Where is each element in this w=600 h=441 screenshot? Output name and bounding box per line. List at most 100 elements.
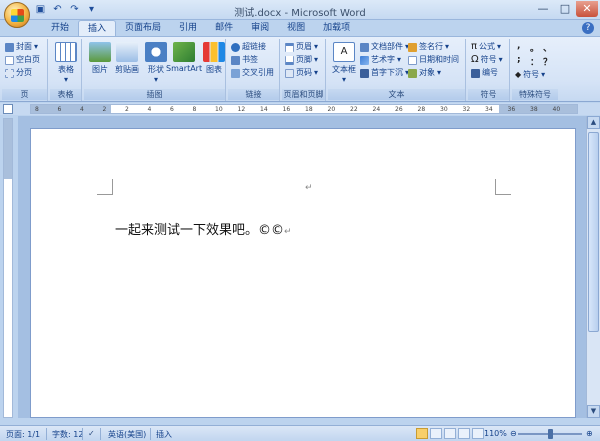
special-symbol-5[interactable]: ： [530,55,539,68]
more-symbols-button[interactable]: ◆ 符号 ▾ [515,69,545,81]
tab-view[interactable]: 视图 [278,20,314,36]
bookmark-button[interactable]: 书签 [231,54,258,66]
minimize-button[interactable]: — [532,1,554,17]
quick-parts-button[interactable]: 文档部件 ▾ [360,41,409,53]
special-symbol-3[interactable]: 、 [543,41,552,54]
chart-button[interactable]: 图表 [200,42,228,75]
vertical-ruler-margin [4,119,12,179]
wordart-icon [360,55,369,65]
ruler-number: 36 [507,106,516,113]
wordart-button[interactable]: 艺术字 ▾ [360,54,401,66]
web-layout-view-icon[interactable] [444,428,456,439]
scroll-up-icon[interactable]: ▲ [587,116,600,129]
table-icon [55,42,77,62]
dropcap-icon [360,68,369,78]
signature-line-icon [408,42,417,52]
tab-page-layout[interactable]: 页面布局 [116,20,170,36]
status-word-count[interactable]: 字数: 12 [52,429,83,440]
close-button[interactable]: ✕ [576,1,598,17]
tab-selector-icon[interactable] [3,104,13,114]
ruler-number: 18 [305,106,313,113]
page-break-button[interactable]: 分页 [5,67,32,79]
omega-icon: Ω [471,54,479,65]
tab-insert[interactable]: 插入 [78,20,117,36]
ruler-number: 30 [440,106,448,113]
header-button[interactable]: 页眉 ▾ [285,41,318,53]
scroll-down-icon[interactable]: ▼ [587,405,600,418]
textbox-icon: A [333,42,355,62]
cross-reference-button[interactable]: 交叉引用 [231,67,274,79]
ruler-number: 32 [462,106,471,113]
special-symbol-1[interactable]: , [517,41,520,51]
status-page[interactable]: 页面: 1/1 [6,429,40,440]
pi-icon: π [471,41,478,52]
ruler-number: 4 [147,106,152,113]
draft-view-icon[interactable] [472,428,484,439]
zoom-level[interactable]: 110% [484,429,507,438]
hyperlink-button[interactable]: 超链接 [231,41,266,53]
symbol-button[interactable]: Ω 符号 ▾ [471,54,503,66]
maximize-button[interactable]: □ [554,1,576,17]
zoom-slider-thumb[interactable] [548,429,553,439]
page-number-button[interactable]: 页码 ▾ [285,67,318,79]
special-symbol-2[interactable]: 。 [530,41,539,54]
window-title: 测试.docx - Microsoft Word [234,8,366,19]
document-body-text[interactable]: 一起来测试一下效果吧。©©↵ [115,219,292,238]
crop-mark-top-left [97,179,113,195]
object-button[interactable]: 对象 ▾ [408,67,441,79]
signature-line-button[interactable]: 签名行 ▾ [408,41,449,53]
group-links: 超链接 书签 交叉引用 链接 [228,39,280,101]
page-break-icon [5,68,14,78]
table-button[interactable]: 表格 ▾ [52,42,80,84]
header-icon [285,42,294,52]
clipart-button[interactable]: 剪贴画 [112,42,142,75]
tab-home[interactable]: 开始 [42,20,78,36]
horizontal-ruler[interactable]: 8 6 4 2 2 4 6 8 10 12 14 16 18 20 22 24 26 28 30 32 34 36 38 40 [30,104,578,114]
document-page[interactable]: ↵ 一起来测试一下效果吧。©©↵ [30,128,576,418]
equation-button[interactable]: π 公式 ▾ [471,41,501,53]
number-button[interactable]: 编号 [471,67,498,79]
tab-mailings[interactable]: 邮件 [206,20,242,36]
smartart-button[interactable]: SmartArt [166,42,202,73]
picture-button[interactable]: 图片 [86,42,114,75]
ruler-number: 34 [485,106,493,113]
status-divider [100,428,101,440]
footer-icon [285,55,294,65]
status-divider [82,428,83,440]
group-label-special-symbols: 特殊符号 [512,89,558,100]
proofing-icon[interactable]: ✓ [88,429,95,438]
zoom-out-icon[interactable]: ⊖ [510,429,517,438]
special-symbol-6[interactable]: ？ [543,55,552,68]
outline-view-icon[interactable] [458,428,470,439]
ruler-number: 24 [372,106,381,113]
ruler-number: 20 [327,106,336,113]
print-layout-view-icon[interactable] [416,428,428,439]
blank-page-button[interactable]: 空白页 [5,54,40,66]
vertical-ruler[interactable] [3,118,13,418]
scroll-thumb[interactable] [588,132,599,332]
shapes-icon [145,42,167,62]
tab-addins[interactable]: 加载项 [314,20,359,36]
status-bar: 页面: 1/1 字数: 12 ✓ 英语(美国) 插入 110% ⊖ ⊕ [0,425,600,441]
vertical-scrollbar[interactable]: ▲ ▼ [586,116,600,418]
office-logo-icon [11,9,24,22]
special-symbol-4[interactable]: ; [517,55,521,65]
status-insert-mode[interactable]: 插入 [156,429,172,440]
zoom-in-icon[interactable]: ⊕ [586,429,593,438]
date-time-button[interactable]: 日期和时间 [408,54,459,66]
status-language[interactable]: 英语(美国) [108,429,146,440]
dropcap-button[interactable]: 首字下沉 ▾ [360,67,409,79]
cross-reference-icon [231,68,240,78]
cover-page-button[interactable]: 封面 ▾ [5,41,38,53]
help-icon[interactable]: ? [582,22,594,34]
footer-button[interactable]: 页脚 ▾ [285,54,318,66]
textbox-button[interactable]: A 文本框 ▾ [330,42,358,84]
tab-references[interactable]: 引用 [170,20,206,36]
group-label-pages: 页 [2,89,47,100]
ruler-number: 2 [102,106,107,113]
office-button[interactable] [4,2,30,28]
tab-review[interactable]: 审阅 [242,20,278,36]
picture-icon [89,42,111,62]
ruler-number: 16 [282,106,291,113]
full-screen-reading-view-icon[interactable] [430,428,442,439]
